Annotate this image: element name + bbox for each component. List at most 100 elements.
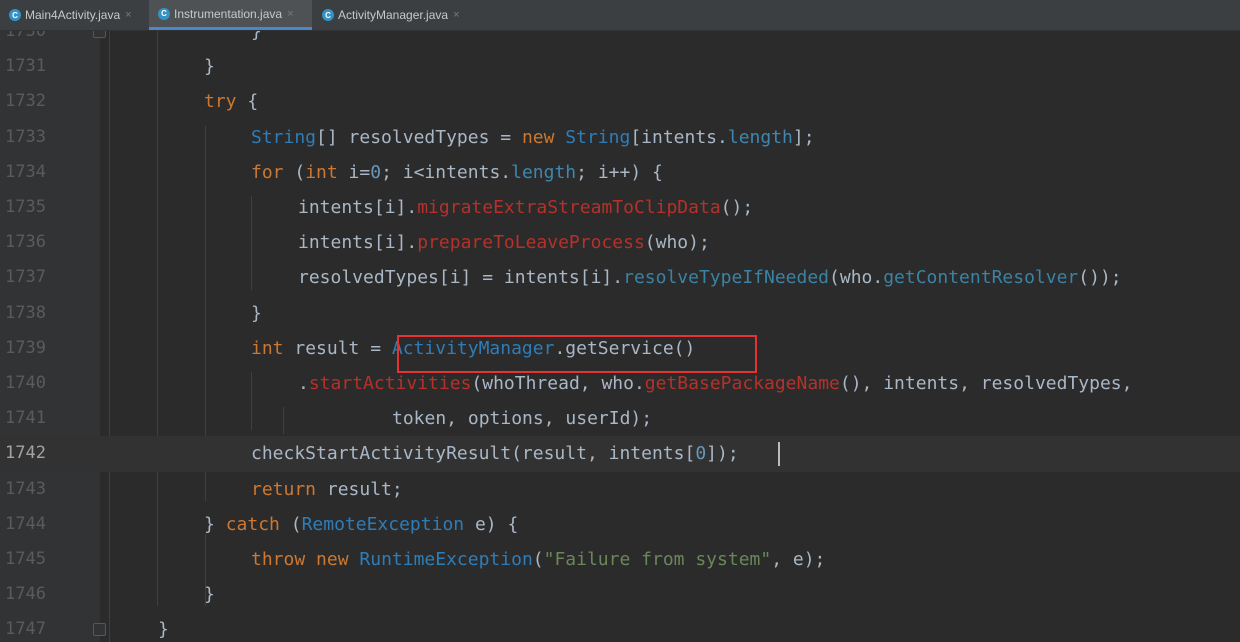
code-token: ];	[792, 126, 815, 148]
code-token: RemoteException	[301, 513, 465, 535]
code-token: resolveTypeIfNeeded	[623, 267, 830, 289]
code-token: }	[158, 619, 169, 641]
code-token: }	[251, 302, 262, 324]
code-line[interactable]: 1731}	[0, 49, 1240, 84]
code-token: (whoThread, who.	[471, 373, 645, 394]
code-line[interactable]: 1735 intents[i].migrateExtraStreamToClipD…	[0, 190, 1240, 225]
code-line[interactable]: 1744} catch (RemoteException e) {	[0, 507, 1240, 542]
tab-label: ActivityManager.java	[338, 8, 449, 22]
code-line[interactable]: 1736 intents[i].prepareToLeaveProcess(who…	[0, 225, 1240, 260]
code-token: int	[251, 337, 284, 359]
code-token: startActivities	[308, 373, 472, 394]
code-token: result =	[283, 337, 392, 359]
code-token: , e);	[771, 549, 826, 570]
code-token: prepareToLeaveProcess	[417, 232, 645, 254]
code-text: } catch (RemoteException e) {	[204, 507, 518, 542]
java-class-icon: C	[9, 9, 21, 21]
code-line[interactable]: 1741 token, options, userId);	[0, 401, 1240, 436]
code-token: .	[298, 373, 309, 394]
code-token: e) {	[464, 513, 519, 535]
code-token: intents[i].	[298, 197, 418, 218]
code-token: migrateExtraStreamToClipData	[417, 197, 721, 218]
close-icon[interactable]: ×	[287, 8, 293, 20]
close-icon[interactable]: ×	[453, 9, 459, 21]
code-token: for	[251, 161, 284, 183]
code-token: getContentResolver	[883, 267, 1079, 289]
code-text: String[] resolvedTypes = new String[inte…	[251, 120, 815, 155]
code-token: }	[204, 56, 215, 78]
code-line[interactable]: 1746}	[0, 577, 1240, 612]
code-token: ());	[1078, 267, 1122, 289]
code-token: i=	[337, 161, 371, 183]
code-token: }	[204, 584, 215, 606]
line-number: 1743	[5, 478, 46, 499]
editor-tab-bar: C Main4Activity.java × C Instrumentation.jav…	[0, 0, 1240, 31]
code-line[interactable]: 1742 checkStartActivityResult(result, int…	[0, 436, 1240, 472]
code-line[interactable]: 1732 try {	[0, 84, 1240, 119]
java-class-icon: C	[158, 7, 170, 20]
code-token: (	[279, 513, 302, 535]
line-number: 1731	[5, 56, 46, 77]
code-token: }	[204, 513, 226, 535]
annotation-highlight-box	[397, 334, 757, 373]
code-token: (who);	[644, 232, 710, 254]
line-number: 1746	[5, 584, 46, 605]
code-editor[interactable]: 1730} 1731} 1732 try {1733 String[] resolved…	[0, 31, 1240, 642]
code-token: result;	[316, 478, 403, 500]
line-number: 1730	[5, 31, 46, 41]
java-class-icon: C	[322, 9, 334, 21]
code-token: }	[251, 31, 262, 42]
line-number: 1745	[5, 549, 46, 569]
code-token: (	[283, 161, 306, 183]
code-text: }	[204, 49, 215, 84]
code-text: return result;	[251, 472, 403, 507]
tab-instrumentation[interactable]: C Instrumentation.java ×	[149, 0, 312, 30]
code-line[interactable]: 1743 return result;	[0, 472, 1240, 507]
line-number: 1732	[5, 91, 46, 112]
code-token: "Failure from system"	[543, 549, 772, 570]
code-token: {	[236, 91, 259, 113]
fold-toggle-icon[interactable]	[93, 623, 106, 637]
code-text: token, options, userId);	[392, 401, 652, 436]
close-icon[interactable]: ×	[125, 9, 131, 21]
line-number: 1735	[5, 197, 46, 217]
code-token: checkStartActivityResult(result, intents…	[251, 443, 696, 465]
code-token: throw	[251, 549, 306, 570]
code-token: int	[305, 161, 338, 183]
tab-label: Main4Activity.java	[25, 8, 121, 22]
code-token: catch	[225, 513, 280, 535]
code-line[interactable]: 1730}	[0, 31, 1240, 49]
code-line[interactable]: 1745 throw new RuntimeException("Failure …	[0, 542, 1240, 577]
code-text: throw new RuntimeException("Failure from…	[251, 542, 825, 577]
code-text: checkStartActivityResult(result, intents…	[251, 436, 739, 471]
code-token: length	[511, 161, 577, 183]
tab-activitymanager[interactable]: C ActivityManager.java ×	[313, 0, 478, 30]
fold-toggle-icon[interactable]	[93, 31, 106, 38]
tab-label: Instrumentation.java	[174, 6, 283, 21]
code-token: ; i++) {	[576, 161, 663, 183]
line-number: 1740	[5, 373, 46, 393]
code-text: }	[204, 577, 215, 612]
code-token: new	[521, 126, 555, 148]
code-token: ]);	[706, 443, 739, 465]
code-token: getBasePackageName	[644, 373, 840, 394]
line-number: 1741	[5, 408, 46, 429]
line-number: 1747	[5, 619, 46, 640]
code-token: RuntimeException	[359, 549, 533, 570]
code-token: [intents.	[630, 126, 728, 148]
code-line[interactable]: 1734 for (int i=0; i<intents.length; i++)…	[0, 155, 1240, 190]
code-line[interactable]: 1737 resolvedTypes[i] = intents[i].resolv…	[0, 260, 1240, 295]
code-line[interactable]: 1747}	[0, 612, 1240, 642]
tab-main4activity[interactable]: C Main4Activity.java ×	[0, 0, 148, 30]
line-number: 1736	[5, 232, 46, 253]
line-number: 1742	[5, 443, 46, 464]
code-text: }	[251, 296, 262, 331]
code-line[interactable]: 1733 String[] resolvedTypes = new String[…	[0, 120, 1240, 155]
code-line[interactable]: 1738}	[0, 296, 1240, 331]
code-token: token, options, userId);	[392, 408, 653, 430]
code-token: 0	[695, 443, 707, 465]
line-number: 1733	[5, 126, 46, 147]
